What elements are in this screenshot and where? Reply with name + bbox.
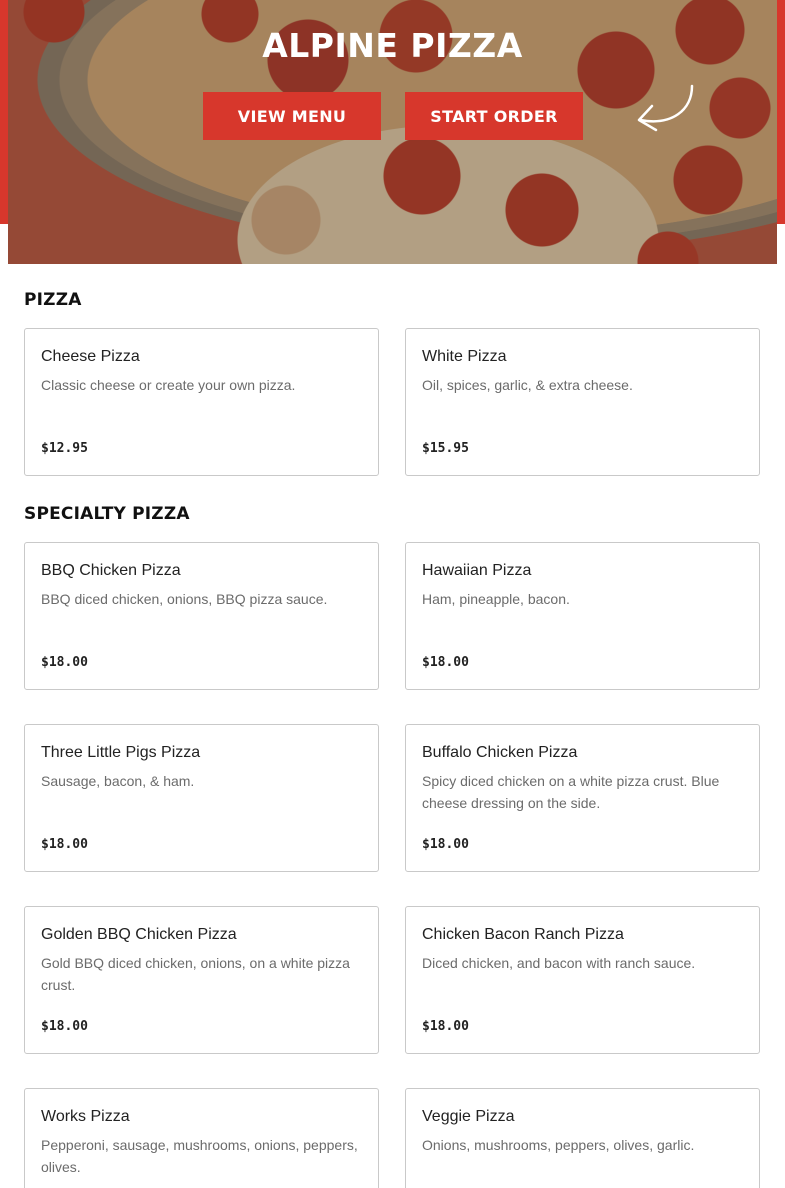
item-name: Works Pizza [41, 1108, 130, 1125]
item-price: $18.00 [41, 837, 88, 852]
item-price: $18.00 [422, 837, 469, 852]
view-menu-button[interactable]: VIEW MENU [203, 92, 381, 140]
item-name: Buffalo Chicken Pizza [422, 744, 578, 761]
section-title-pizza: PIZZA [24, 290, 82, 310]
menu-item-card[interactable]: Works Pizza Pepperoni, sausage, mushroom… [24, 1088, 379, 1188]
section-title-specialty-pizza: SPECIALTY PIZZA [24, 504, 190, 524]
menu-item-card[interactable]: Buffalo Chicken Pizza Spicy diced chicke… [405, 724, 760, 872]
item-name: Cheese Pizza [41, 348, 140, 365]
item-name: White Pizza [422, 348, 507, 365]
item-description: Spicy diced chicken on a white pizza cru… [422, 773, 720, 811]
item-name: BBQ Chicken Pizza [41, 562, 181, 579]
restaurant-title: ALPINE PIZZA [262, 26, 523, 65]
menu-item-card[interactable]: Chicken Bacon Ranch Pizza Diced chicken,… [405, 906, 760, 1054]
item-name: Golden BBQ Chicken Pizza [41, 926, 237, 943]
item-price: $18.00 [41, 1019, 88, 1034]
hero-banner: ALPINE PIZZA VIEW MENU START ORDER [8, 0, 777, 264]
item-description: Gold BBQ diced chicken, onions, on a whi… [41, 955, 350, 993]
menu-item-card[interactable]: White Pizza Oil, spices, garlic, & extra… [405, 328, 760, 476]
item-description: Ham, pineapple, bacon. [422, 591, 570, 607]
item-name: Chicken Bacon Ranch Pizza [422, 926, 624, 943]
item-name: Veggie Pizza [422, 1108, 515, 1125]
item-price: $18.00 [422, 1019, 469, 1034]
menu-item-card[interactable]: Hawaiian Pizza Ham, pineapple, bacon. $1… [405, 542, 760, 690]
item-name: Hawaiian Pizza [422, 562, 532, 579]
menu-item-card[interactable]: Golden BBQ Chicken Pizza Gold BBQ diced … [24, 906, 379, 1054]
item-price: $15.95 [422, 441, 469, 456]
menu-item-card[interactable]: Cheese Pizza Classic cheese or create yo… [24, 328, 379, 476]
start-order-button[interactable]: START ORDER [405, 92, 583, 140]
menu-item-card[interactable]: BBQ Chicken Pizza BBQ diced chicken, oni… [24, 542, 379, 690]
menu-item-card[interactable]: Three Little Pigs Pizza Sausage, bacon, … [24, 724, 379, 872]
item-description: Sausage, bacon, & ham. [41, 773, 195, 789]
curved-arrow-icon [637, 84, 694, 132]
item-price: $18.00 [422, 655, 469, 670]
item-description: Pepperoni, sausage, mushrooms, onions, p… [41, 1137, 358, 1175]
item-description: Onions, mushrooms, peppers, olives, garl… [422, 1137, 695, 1153]
item-price: $12.95 [41, 441, 88, 456]
item-name: Three Little Pigs Pizza [41, 744, 201, 761]
item-description: Diced chicken, and bacon with ranch sauc… [422, 955, 696, 971]
item-description: BBQ diced chicken, onions, BBQ pizza sau… [41, 591, 328, 607]
item-description: Classic cheese or create your own pizza. [41, 377, 296, 393]
item-price: $18.00 [41, 655, 88, 670]
item-description: Oil, spices, garlic, & extra cheese. [422, 377, 633, 393]
menu-item-card[interactable]: Veggie Pizza Onions, mushrooms, peppers,… [405, 1088, 760, 1188]
